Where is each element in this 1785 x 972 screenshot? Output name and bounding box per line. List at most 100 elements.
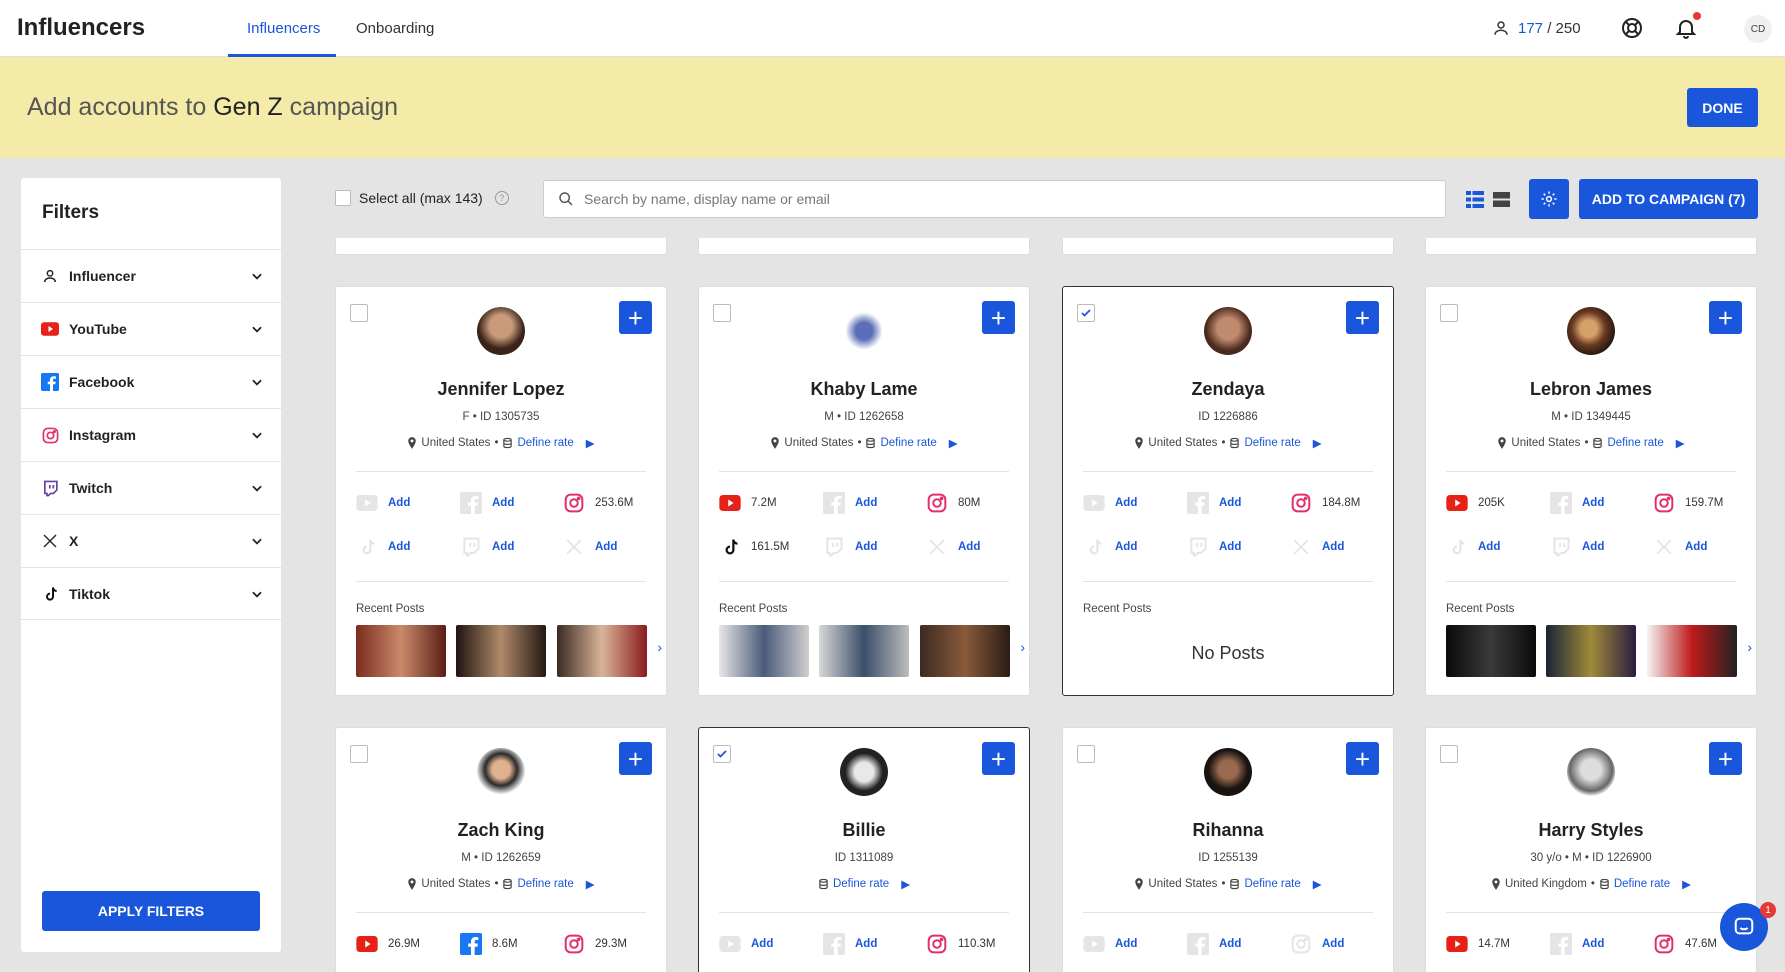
x-stat[interactable]: Add	[563, 536, 617, 558]
define-rate-link[interactable]: Define rate	[1614, 878, 1670, 890]
instagram-stat[interactable]: 184.8M	[1290, 492, 1360, 514]
list-view-icon[interactable]	[1493, 191, 1510, 208]
filter-youtube[interactable]: YouTube	[21, 302, 281, 355]
facebook-stat[interactable]: 8.6M	[460, 933, 518, 955]
youtube-stat[interactable]: 7.2M	[719, 492, 777, 514]
help-icon[interactable]: ?	[494, 191, 509, 205]
tab-onboarding[interactable]: Onboarding	[356, 20, 434, 37]
post-thumbnail[interactable]	[819, 625, 909, 677]
youtube-stat[interactable]: Add	[719, 933, 773, 955]
post-thumbnail[interactable]	[1546, 625, 1636, 677]
youtube-stat[interactable]: 26.9M	[356, 933, 420, 955]
add-influencer-button[interactable]: +	[1346, 742, 1379, 775]
quota-counter[interactable]: 177 / 250	[1492, 19, 1581, 37]
instagram-stat[interactable]: 47.6M	[1653, 933, 1717, 955]
define-rate-link[interactable]: Define rate	[1244, 878, 1300, 890]
search-input[interactable]	[584, 191, 1384, 207]
add-influencer-button[interactable]: +	[1346, 301, 1379, 334]
youtube-stat[interactable]: Add	[356, 492, 410, 514]
tiktok-stat[interactable]: 161.5M	[719, 536, 789, 558]
twitch-stat[interactable]: Add	[460, 536, 514, 558]
instagram-stat[interactable]: 29.3M	[563, 933, 627, 955]
chevron-right-icon[interactable]: ›	[1747, 639, 1752, 655]
post-thumbnail[interactable]	[356, 625, 446, 677]
define-rate-link[interactable]: Define rate	[833, 878, 889, 890]
youtube-stat[interactable]: 205K	[1446, 492, 1505, 514]
apply-filters-button[interactable]: APPLY FILTERS	[42, 891, 260, 931]
chevron-right-icon[interactable]: ›	[1020, 639, 1025, 655]
post-thumbnail[interactable]	[1446, 625, 1536, 677]
chevron-right-icon[interactable]: ›	[657, 639, 662, 655]
instagram-stat[interactable]: Add	[1290, 933, 1344, 955]
card-checkbox[interactable]	[350, 304, 368, 322]
define-rate-link[interactable]: Define rate	[517, 437, 573, 449]
influencer-card[interactable]: + Rihanna ID 1255139 United States • Def…	[1062, 727, 1394, 972]
card-checkbox[interactable]	[1440, 304, 1458, 322]
post-thumbnail[interactable]	[456, 625, 546, 677]
instagram-stat[interactable]: 110.3M	[926, 933, 996, 955]
search-box[interactable]	[543, 180, 1446, 218]
facebook-stat[interactable]: Add	[460, 492, 514, 514]
influencer-card[interactable]: + Billie ID 1311089 Define rate ▶ Add Ad…	[698, 727, 1030, 972]
influencer-card[interactable]: + Zach King M • ID 1262659 United States…	[335, 727, 667, 972]
facebook-stat[interactable]: Add	[823, 933, 877, 955]
influencer-card[interactable]: + Jennifer Lopez F • ID 1305735 United S…	[335, 286, 667, 696]
card-checkbox[interactable]	[1077, 745, 1095, 763]
select-all-checkbox[interactable]	[335, 190, 351, 206]
influencer-card[interactable]: + Harry Styles 30 y/o • M • ID 1226900 U…	[1425, 727, 1757, 972]
card-checkbox[interactable]	[350, 745, 368, 763]
facebook-stat[interactable]: Add	[1550, 492, 1604, 514]
instagram-stat[interactable]: 253.6M	[563, 492, 633, 514]
x-stat[interactable]: Add	[1290, 536, 1344, 558]
tiktok-stat[interactable]: Add	[356, 536, 410, 558]
post-thumbnail[interactable]	[719, 625, 809, 677]
define-rate-link[interactable]: Define rate	[880, 437, 936, 449]
card-checkbox[interactable]	[713, 745, 731, 763]
add-to-campaign-button[interactable]: ADD TO CAMPAIGN (7)	[1579, 179, 1758, 219]
youtube-stat[interactable]: Add	[1083, 933, 1137, 955]
add-influencer-button[interactable]: +	[1709, 301, 1742, 334]
grid-view-icon[interactable]	[1466, 191, 1484, 208]
done-button[interactable]: DONE	[1687, 88, 1758, 127]
twitch-stat[interactable]: Add	[823, 536, 877, 558]
define-rate-link[interactable]: Define rate	[1244, 437, 1300, 449]
x-stat[interactable]: Add	[1653, 536, 1707, 558]
influencer-card[interactable]: + Lebron James M • ID 1349445 United Sta…	[1425, 286, 1757, 696]
tiktok-stat[interactable]: Add	[1446, 536, 1500, 558]
influencer-card[interactable]: + Zendaya ID 1226886 United States • Def…	[1062, 286, 1394, 696]
twitch-stat[interactable]: Add	[1187, 536, 1241, 558]
facebook-stat[interactable]: Add	[1187, 492, 1241, 514]
facebook-stat[interactable]: Add	[823, 492, 877, 514]
x-stat[interactable]: Add	[926, 536, 980, 558]
card-checkbox[interactable]	[1077, 304, 1095, 322]
filter-x[interactable]: X	[21, 514, 281, 567]
settings-button[interactable]	[1529, 179, 1569, 219]
define-rate-link[interactable]: Define rate	[517, 878, 573, 890]
add-influencer-button[interactable]: +	[1709, 742, 1742, 775]
tab-influencers[interactable]: Influencers	[247, 20, 320, 37]
facebook-stat[interactable]: Add	[1550, 933, 1604, 955]
facebook-stat[interactable]: Add	[1187, 933, 1241, 955]
post-thumbnail[interactable]	[920, 625, 1010, 677]
add-influencer-button[interactable]: +	[619, 742, 652, 775]
influencer-card[interactable]: + Khaby Lame M • ID 1262658 United State…	[698, 286, 1030, 696]
filter-tiktok[interactable]: Tiktok	[21, 567, 281, 620]
post-thumbnail[interactable]	[1647, 625, 1737, 677]
twitch-stat[interactable]: Add	[1550, 536, 1604, 558]
filter-twitch[interactable]: Twitch	[21, 461, 281, 514]
add-influencer-button[interactable]: +	[982, 301, 1015, 334]
post-thumbnail[interactable]	[557, 625, 647, 677]
filter-influencer[interactable]: Influencer	[21, 249, 281, 302]
filter-facebook[interactable]: Facebook	[21, 355, 281, 408]
instagram-stat[interactable]: 80M	[926, 492, 980, 514]
instagram-stat[interactable]: 159.7M	[1653, 492, 1723, 514]
card-checkbox[interactable]	[1440, 745, 1458, 763]
avatar[interactable]: CD	[1744, 15, 1772, 43]
youtube-stat[interactable]: 14.7M	[1446, 933, 1510, 955]
add-influencer-button[interactable]: +	[619, 301, 652, 334]
filter-instagram[interactable]: Instagram	[21, 408, 281, 461]
tiktok-stat[interactable]: Add	[1083, 536, 1137, 558]
define-rate-link[interactable]: Define rate	[1607, 437, 1663, 449]
youtube-stat[interactable]: Add	[1083, 492, 1137, 514]
select-all[interactable]: Select all (max 143) ?	[335, 190, 509, 206]
